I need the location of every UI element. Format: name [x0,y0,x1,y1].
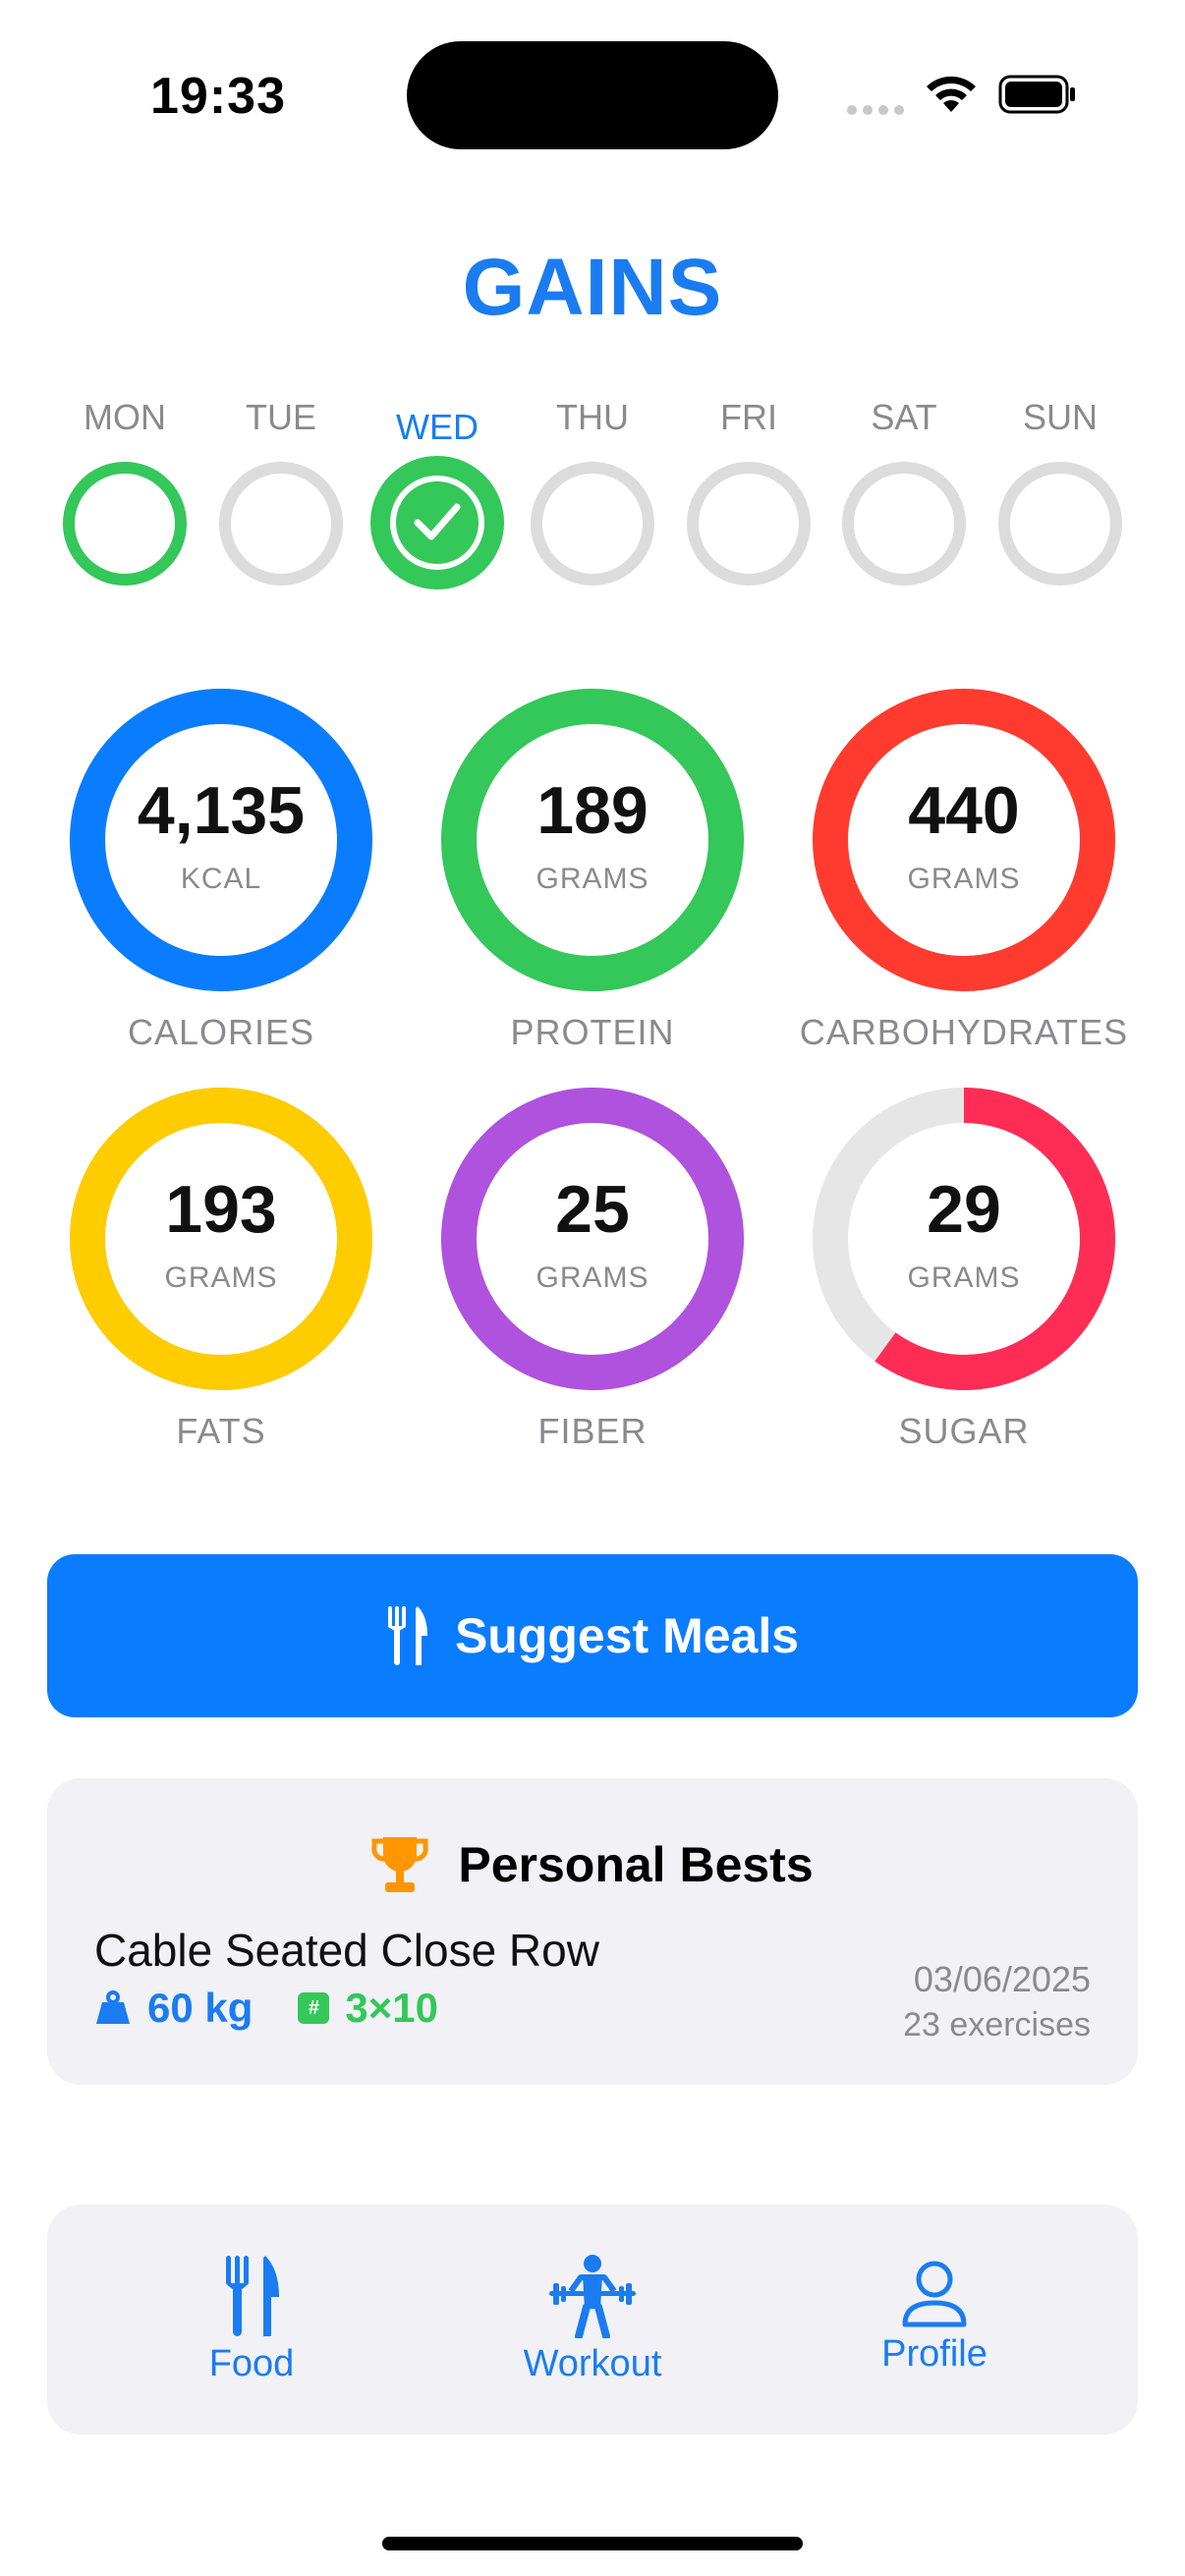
day-ring [687,462,811,586]
checkmark-icon [414,503,461,540]
personal-bests-card[interactable]: Personal Bests Cable Seated Close Row 60… [47,1778,1138,2085]
fork-knife-icon [387,1606,427,1665]
macro-label: SUGAR [898,1411,1030,1451]
fork-knife-icon [226,2256,279,2336]
day-ring [842,462,966,586]
home-indicator[interactable] [382,2537,803,2550]
macro-value: 29 [927,1172,1001,1247]
macro-fiber[interactable]: 25 GRAMS FIBER [406,1087,779,1452]
person-icon [902,2261,967,2327]
macro-unit: KCAL [180,863,262,895]
day-label: TUE [246,397,316,437]
battery-icon [998,75,1077,119]
tab-label: Workout [523,2343,662,2384]
tab-bar: Food Workout Profile [47,2205,1138,2435]
day-ring [531,462,654,586]
day-sun[interactable]: SUN [982,393,1139,586]
macro-value: 189 [536,773,649,848]
macro-carbohydrates[interactable]: 440 GRAMS CARBOHYDRATES [777,688,1151,1053]
macro-label: PROTEIN [510,1012,675,1052]
macro-label: FATS [176,1411,266,1451]
day-tue[interactable]: TUE [202,393,360,586]
exercise-name: Cable Seated Close Row [94,1925,599,1976]
tab-profile[interactable]: Profile [817,2260,1052,2376]
status-time: 19:33 [150,68,286,125]
macro-unit: GRAMS [164,1261,278,1294]
dynamic-island [407,41,778,149]
tab-workout[interactable]: Workout [475,2254,710,2385]
trophy-icon [371,1837,429,1892]
pb-exercise-count: 23 exercises [903,2006,1091,2044]
day-thu[interactable]: THU [514,393,671,586]
weightlifter-icon [549,2255,636,2340]
day-label: FRI [720,397,777,437]
macro-unit: GRAMS [536,863,649,895]
suggest-meals-label: Suggest Meals [454,1608,800,1663]
day-label: MON [84,397,166,437]
pb-stats: 60 kg # 3×10 [94,1985,438,2032]
signal-dots-icon [847,102,910,120]
app-title: GAINS [462,243,723,332]
day-label: SUN [1022,397,1098,437]
tab-label: Profile [881,2333,988,2375]
kettlebell-weight-icon [96,1990,130,2024]
tab-label: Food [208,2343,295,2384]
macro-label: FIBER [537,1411,648,1451]
day-label: THU [556,397,629,437]
tab-food[interactable]: Food [134,2254,369,2385]
macro-unit: GRAMS [907,1261,1021,1294]
suggest-meals-button[interactable]: Suggest Meals [47,1554,1138,1717]
day-ring [219,462,343,586]
macro-fats[interactable]: 193 GRAMS FATS [34,1087,408,1452]
day-fri[interactable]: FRI [670,393,827,586]
day-label: SAT [871,397,937,437]
pb-weight: 60 kg [147,1985,254,2031]
macro-value: 4,135 [137,773,306,848]
day-ring [63,462,187,586]
macro-unit: GRAMS [907,863,1021,895]
macro-protein[interactable]: 189 GRAMS PROTEIN [406,688,779,1053]
day-ring-completed [370,456,504,589]
day-label: WED [396,407,479,447]
number-sign-icon: # [298,1992,330,2024]
pb-date: 03/06/2025 [913,1959,1091,1999]
personal-bests-title: Personal Bests [458,1837,814,1892]
macro-unit: GRAMS [536,1261,649,1294]
day-ring [998,462,1122,586]
macro-label: CALORIES [127,1012,315,1052]
macro-value: 25 [555,1172,630,1247]
day-mon[interactable]: MON [46,393,203,586]
pb-sets: 3×10 [345,1985,439,2031]
macro-value: 193 [165,1172,277,1247]
day-wed[interactable]: WED [359,393,516,589]
wifi-icon [924,73,979,119]
macro-label: CARBOHYDRATES [799,1012,1129,1052]
macro-sugar[interactable]: 29 GRAMS SUGAR [777,1087,1151,1452]
macro-calories[interactable]: 4,135 KCAL CALORIES [34,688,408,1053]
macro-value: 440 [908,773,1020,848]
day-sat[interactable]: SAT [825,393,983,586]
